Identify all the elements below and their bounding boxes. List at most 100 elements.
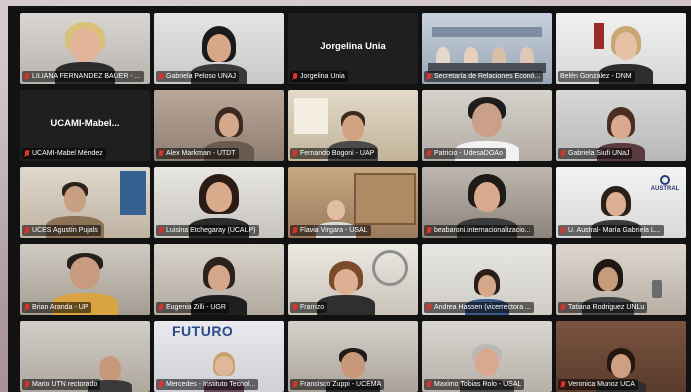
participant-nameplate: Brian Aranda - UP (22, 302, 92, 313)
participant-nameplate: Tatiana Rodriguez UNLu (558, 302, 648, 313)
participant-name: Mercedes - Instituto Tecnol... (166, 381, 256, 388)
austral-logo-icon (660, 175, 670, 185)
participant-name: beabaroni.internacionalizacio... (434, 227, 531, 234)
mic-muted-icon (292, 380, 298, 389)
mic-muted-icon (292, 72, 298, 81)
participant-tile[interactable]: Francisco Zuppi - UCEMA (288, 321, 418, 392)
participant-name: LILIANA FERNANDEZ BAUER - ... (32, 73, 141, 80)
mic-muted-icon (426, 72, 432, 81)
participant-nameplate: Belén González - DNM (558, 71, 635, 82)
mic-muted-icon (24, 380, 30, 389)
participant-nameplate: Frarrizo (290, 302, 328, 313)
mic-muted-icon (426, 380, 432, 389)
participant-nameplate: Flavia Virgara - USAL (290, 225, 371, 236)
participant-name: Fernando Bogoni - UAP (300, 150, 375, 157)
participant-tile[interactable]: Tatiana Rodriguez UNLu (556, 244, 686, 315)
mic-muted-icon (426, 226, 432, 235)
participant-nameplate: Eugenia Zilli - UGR (156, 302, 229, 313)
participant-nameplate: UCES Agustín Pujals (22, 225, 101, 236)
participant-tile[interactable]: Maximo Tobias Rolo - USAL (422, 321, 552, 392)
participant-nameplate: UCAMI-Mabel Méndez (22, 148, 106, 159)
mic-muted-icon (292, 149, 298, 158)
participant-name: Alex Markman - UTDT (166, 150, 236, 157)
participant-nameplate: Luisina Etchegaray (UCALP) (156, 225, 259, 236)
participant-tile[interactable]: UCES Agustín Pujals (20, 167, 150, 238)
participant-name: Veronica Munoz UCA (568, 381, 635, 388)
participant-tile[interactable]: Secretaría de Relaciones Econó... (422, 13, 552, 84)
mic-muted-icon (158, 72, 164, 81)
participant-nameplate: LILIANA FERNANDEZ BAUER - ... (22, 71, 144, 82)
participant-tile[interactable]: Gabriela Siufi UNaJ (556, 90, 686, 161)
participant-tile[interactable]: Jorgelina Unia Jorgelina Unia (288, 13, 418, 84)
participant-nameplate: U. Austral- María Gabriela L... (558, 225, 664, 236)
participant-tile[interactable]: Eugenia Zilli - UGR (154, 244, 284, 315)
participant-name: Brian Aranda - UP (32, 304, 89, 311)
mic-muted-icon (158, 380, 164, 389)
participant-tile[interactable]: Flavia Virgara - USAL (288, 167, 418, 238)
participant-tile[interactable]: Brian Aranda - UP (20, 244, 150, 315)
mic-muted-icon (292, 303, 298, 312)
participant-name: Jorgelina Unia (300, 73, 345, 80)
participant-tile[interactable]: beabaroni.internacionalizacio... (422, 167, 552, 238)
participant-nameplate: Jorgelina Unia (290, 71, 348, 82)
participant-nameplate: Francisco Zuppi - UCEMA (290, 379, 385, 390)
participant-nameplate: Fernando Bogoni - UAP (290, 148, 378, 159)
participant-nameplate: Gabriela Siufi UNaJ (558, 148, 633, 159)
mic-muted-icon (24, 303, 30, 312)
participant-tile[interactable]: Mario UTN rectorado (20, 321, 150, 392)
mic-muted-icon (158, 149, 164, 158)
participant-tile[interactable]: Fernando Bogoni - UAP (288, 90, 418, 161)
participant-tile[interactable]: Patricio - UdesaDOAo (422, 90, 552, 161)
participant-name: Frarrizo (300, 304, 325, 311)
participant-nameplate: Alex Markman - UTDT (156, 148, 239, 159)
mic-muted-icon (24, 226, 30, 235)
participant-name: Mario UTN rectorado (32, 381, 98, 388)
participant-name: Francisco Zuppi - UCEMA (300, 381, 382, 388)
participant-name: Secretaría de Relaciones Econó... (434, 73, 541, 80)
participant-tile[interactable]: UCAMI-Mabel... UCAMI-Mabel Méndez (20, 90, 150, 161)
participant-nameplate: Mario UTN rectorado (22, 379, 101, 390)
participant-grid: LILIANA FERNANDEZ BAUER - ... Gabriela P… (20, 13, 686, 392)
participant-nameplate: Veronica Munoz UCA (558, 379, 638, 390)
participant-name: UCAMI-Mabel Méndez (32, 150, 103, 157)
participant-name: Maximo Tobias Rolo - USAL (434, 381, 522, 388)
mic-muted-icon (426, 303, 432, 312)
participant-tile[interactable]: FUTURO Mercedes - Instituto Tecnol... (154, 321, 284, 392)
participant-nameplate: Andrea Hassen (vicerrectora ... (424, 302, 534, 313)
participant-name: Flavia Virgara - USAL (300, 227, 368, 234)
participant-tile[interactable]: Alex Markman - UTDT (154, 90, 284, 161)
participant-nameplate: Maximo Tobias Rolo - USAL (424, 379, 525, 390)
participant-name: Belén González - DNM (560, 73, 632, 80)
participant-nameplate: Mercedes - Instituto Tecnol... (156, 379, 259, 390)
participant-tile-active-speaker[interactable]: Belén González - DNM (556, 13, 686, 84)
participant-nameplate: Gabriela Peloso UNAJ (156, 71, 240, 82)
participant-tile[interactable]: Veronica Munoz UCA (556, 321, 686, 392)
participant-name: Andrea Hassen (vicerrectora ... (434, 304, 531, 311)
participant-name: UCES Agustín Pujals (32, 227, 98, 234)
participant-display-name: Jorgelina Unia (320, 41, 386, 52)
austral-logo-text: AUSTRAL (650, 186, 680, 192)
mic-muted-icon (24, 149, 30, 158)
mic-muted-icon (560, 303, 566, 312)
participant-name: Tatiana Rodriguez UNLu (568, 304, 645, 311)
participant-nameplate: Patricio - UdesaDOAo (424, 148, 506, 159)
participant-name: Eugenia Zilli - UGR (166, 304, 226, 311)
participant-tile[interactable]: AUSTRAL U. Austral- María Gabriela L... (556, 167, 686, 238)
participant-display-name: UCAMI-Mabel... (50, 118, 120, 129)
mic-muted-icon (158, 226, 164, 235)
participant-name: Gabriela Peloso UNAJ (166, 73, 237, 80)
participant-name: Luisina Etchegaray (UCALP) (166, 227, 256, 234)
mic-muted-icon (560, 380, 566, 389)
participant-nameplate: beabaroni.internacionalizacio... (424, 225, 534, 236)
mic-muted-icon (158, 303, 164, 312)
participant-tile[interactable]: Luisina Etchegaray (UCALP) (154, 167, 284, 238)
mic-muted-icon (426, 149, 432, 158)
participant-name: Gabriela Siufi UNaJ (568, 150, 630, 157)
mic-muted-icon (560, 149, 566, 158)
participant-tile[interactable]: Gabriela Peloso UNAJ (154, 13, 284, 84)
futuro-banner-text: FUTURO (172, 323, 234, 339)
participant-name: Patricio - UdesaDOAo (434, 150, 503, 157)
participant-tile[interactable]: Frarrizo (288, 244, 418, 315)
participant-tile[interactable]: LILIANA FERNANDEZ BAUER - ... (20, 13, 150, 84)
participant-tile[interactable]: Andrea Hassen (vicerrectora ... (422, 244, 552, 315)
